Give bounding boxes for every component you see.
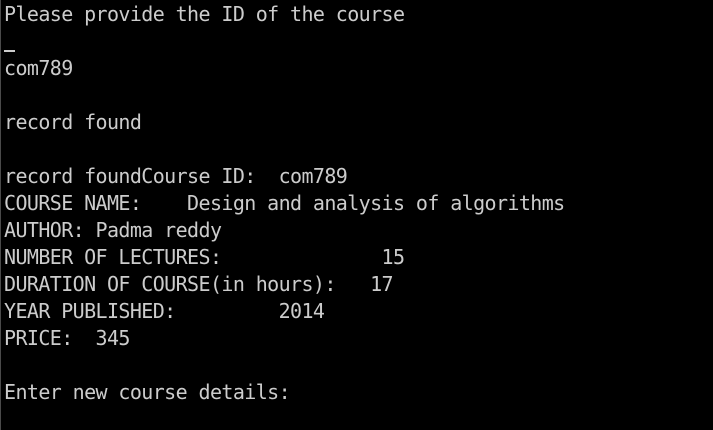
price-line: PRICE: 345 [4, 326, 130, 350]
course-id-line: record foundCourse ID: com789 [4, 164, 348, 188]
year-published-line: YEAR PUBLISHED: 2014 [4, 299, 325, 323]
duration-line: DURATION OF COURSE(in hours): 17 [4, 272, 394, 296]
text-cursor [4, 50, 15, 52]
record-found-line: record found [4, 110, 142, 134]
prompt-course-id-line: Please provide the ID of the course [4, 2, 405, 26]
console-output: Please provide the ID of the course com7… [4, 1, 713, 406]
console-window[interactable]: Please provide the ID of the course com7… [0, 0, 713, 430]
entered-course-id-line: com789 [4, 56, 73, 80]
number-of-lectures-line: NUMBER OF LECTURES: 15 [4, 245, 405, 269]
course-name-line: COURSE NAME: Design and analysis of algo… [4, 191, 565, 215]
enter-new-details-prompt-line: Enter new course details: [4, 380, 291, 404]
window-left-border [0, 0, 1, 430]
text-cursor-line [4, 28, 713, 55]
author-line: AUTHOR: Padma reddy [4, 218, 222, 242]
